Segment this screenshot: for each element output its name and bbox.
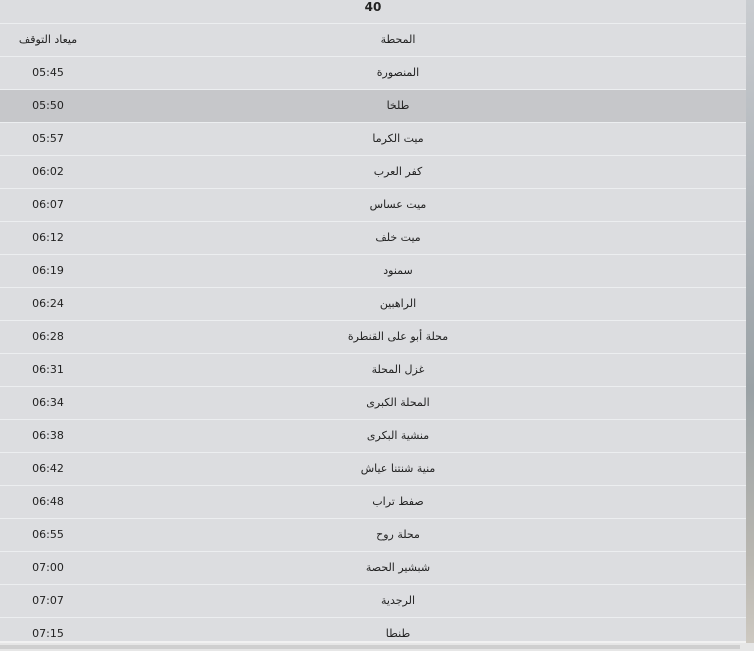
stop-time: 06:19 [32,264,64,277]
stop-time: 06:31 [32,363,64,376]
stop-time: 06:24 [32,297,64,310]
header-station: المحطة [380,33,416,46]
stop-time: 05:45 [32,66,64,79]
station-name: الرجدية [380,594,415,607]
table-row[interactable]: سمنود 06:19 [0,255,746,288]
stop-time: 06:38 [32,429,64,442]
train-number: 40 [0,0,746,24]
station-name: ميت خلف [375,231,421,244]
station-name: منشية البكرى [366,429,430,442]
table-row[interactable]: كفر العرب 06:02 [0,156,746,189]
station-name: الراهبين [379,297,417,310]
stop-time: 07:00 [32,561,64,574]
table-header: المحطة ميعاد التوقف [0,24,746,57]
header-stop-time: ميعاد التوقف [18,33,78,46]
station-name: شبشير الحصة [365,561,431,574]
stop-time: 06:55 [32,528,64,541]
table-row[interactable]: طنطا 07:15 [0,618,746,641]
table-row[interactable]: شبشير الحصة 07:00 [0,552,746,585]
stop-time: 06:07 [32,198,64,211]
table-row[interactable]: ميت عساس 06:07 [0,189,746,222]
station-name: منية شنتنا عياش [360,462,436,475]
station-name: المحلة الكبرى [366,396,430,409]
station-name: ميت عساس [369,198,427,211]
stop-time: 06:34 [32,396,64,409]
table-body: المنصورة 05:45 طلخا 05:50 ميت الكرما 05:57 كفر… [0,57,746,641]
station-name: غزل المحلة [371,363,425,376]
stop-time: 06:48 [32,495,64,508]
station-name: صفط تراب [372,495,424,508]
station-name: ميت الكرما [372,132,424,145]
station-name: سمنود [383,264,413,277]
station-name: كفر العرب [373,165,423,178]
station-name: محلة أبو على القنطرة [347,330,449,343]
table-row[interactable]: منشية البكرى 06:38 [0,420,746,453]
stop-time: 06:02 [32,165,64,178]
table-row[interactable]: المنصورة 05:45 [0,57,746,90]
table-row[interactable]: صفط تراب 06:48 [0,486,746,519]
table-row[interactable]: غزل المحلة 06:31 [0,354,746,387]
station-name: طنطا [385,627,411,640]
table-row[interactable]: المحلة الكبرى 06:34 [0,387,746,420]
table-row[interactable]: الراهبين 06:24 [0,288,746,321]
stop-time: 07:07 [32,594,64,607]
stop-time: 05:57 [32,132,64,145]
stop-time: 06:28 [32,330,64,343]
table-row[interactable]: منية شنتنا عياش 06:42 [0,453,746,486]
stop-time: 05:50 [32,99,64,112]
station-name: محلة روح [376,528,420,541]
stop-time: 06:42 [32,462,64,475]
stop-time: 06:12 [32,231,64,244]
background-image [746,0,754,651]
scrollbar-thumb[interactable] [0,645,740,649]
table-row[interactable]: محلة روح 06:55 [0,519,746,552]
train-schedule-panel: 40 المحطة ميعاد التوقف المنصورة 05:45 طلخا… [0,0,746,641]
table-row[interactable]: طلخا 05:50 [0,90,746,123]
table-row[interactable]: ميت الكرما 05:57 [0,123,746,156]
stop-time: 07:15 [32,627,64,640]
table-row[interactable]: الرجدية 07:07 [0,585,746,618]
horizontal-scrollbar[interactable] [0,643,754,651]
table-row[interactable]: محلة أبو على القنطرة 06:28 [0,321,746,354]
station-name: طلخا [386,99,410,112]
table-row[interactable]: ميت خلف 06:12 [0,222,746,255]
station-name: المنصورة [376,66,420,79]
